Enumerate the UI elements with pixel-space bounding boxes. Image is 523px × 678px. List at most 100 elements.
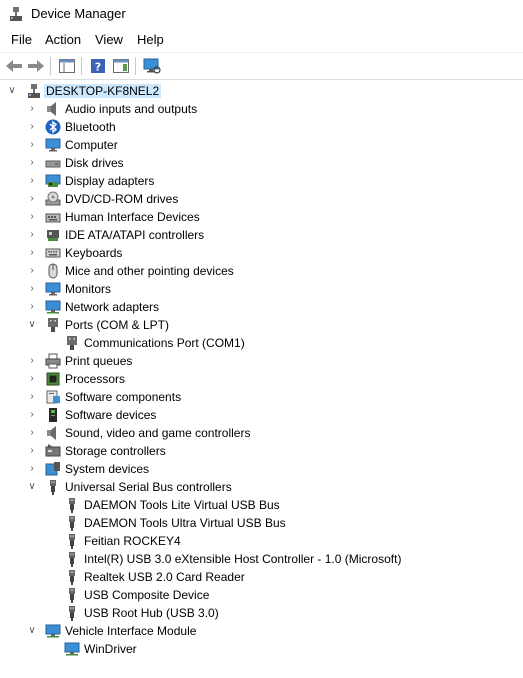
usb-icon (64, 569, 80, 585)
expand-chevron-icon[interactable]: › (26, 211, 38, 223)
tree-item-label: System devices (65, 462, 150, 476)
tree-item-label: Audio inputs and outputs (65, 102, 198, 116)
expand-chevron-icon[interactable]: › (26, 391, 38, 403)
tree-category-system-devices[interactable]: › System devices (0, 460, 523, 478)
expand-chevron-icon[interactable]: › (26, 229, 38, 241)
tree-category-audio-inputs-and-outputs[interactable]: › Audio inputs and outputs (0, 100, 523, 118)
network-icon (64, 641, 80, 657)
tree-device-communications-port-com1[interactable]: Communications Port (COM1) (0, 334, 523, 352)
tree-device-usb-root-hub-usb-3-0[interactable]: USB Root Hub (USB 3.0) (0, 604, 523, 622)
tree-item-label: Keyboards (65, 246, 123, 260)
tree-device-intel-r-usb-3-0-extensible-host-controller-1-0-microsoft[interactable]: Intel(R) USB 3.0 eXtensible Host Control… (0, 550, 523, 568)
tree-device-daemon-tools-lite-virtual-usb-bus[interactable]: DAEMON Tools Lite Virtual USB Bus (0, 496, 523, 514)
collapse-chevron-icon[interactable]: ∨ (26, 319, 38, 331)
tree-device-feitian-rockey4[interactable]: Feitian ROCKEY4 (0, 532, 523, 550)
tree-item-label: Ports (COM & LPT) (65, 318, 170, 332)
expand-chevron-icon[interactable]: › (26, 265, 38, 277)
tree-device-daemon-tools-ultra-virtual-usb-bus[interactable]: DAEMON Tools Ultra Virtual USB Bus (0, 514, 523, 532)
menu-view[interactable]: View (92, 32, 126, 47)
menu-help[interactable]: Help (134, 32, 167, 47)
expand-chevron-icon[interactable]: › (26, 445, 38, 457)
expand-chevron-icon[interactable]: › (26, 355, 38, 367)
tree-category-universal-serial-bus-controllers[interactable]: ∨ Universal Serial Bus controllers (0, 478, 523, 496)
tree-item-label: Software devices (65, 408, 157, 422)
tree-item-label: Computer (65, 138, 118, 152)
tree-item-label: DAEMON Tools Ultra Virtual USB Bus (84, 516, 286, 530)
system-device-icon (45, 461, 61, 477)
tree-item-label: IDE ATA/ATAPI controllers (65, 228, 205, 242)
device-manager-icon (10, 7, 22, 21)
tree-category-ide-ata-atapi-controllers[interactable]: › IDE ATA/ATAPI controllers (0, 226, 523, 244)
display-adapter-icon (45, 173, 61, 189)
back-button[interactable] (4, 56, 24, 76)
forward-button[interactable] (26, 56, 46, 76)
tree-item-label: Realtek USB 2.0 Card Reader (84, 570, 245, 584)
collapse-chevron-icon[interactable]: ∨ (26, 625, 38, 637)
tree-category-network-adapters[interactable]: › Network adapters (0, 298, 523, 316)
tree-item-label: USB Root Hub (USB 3.0) (84, 606, 219, 620)
properties-button[interactable] (111, 56, 131, 76)
expand-chevron-icon[interactable]: › (26, 247, 38, 259)
tree-device-windriver[interactable]: WinDriver (0, 640, 523, 658)
tree-category-ports-com-lpt[interactable]: ∨ Ports (COM & LPT) (0, 316, 523, 334)
tree-category-processors[interactable]: › Processors (0, 370, 523, 388)
expand-chevron-icon[interactable]: › (26, 409, 38, 421)
expand-chevron-icon[interactable]: › (26, 373, 38, 385)
usb-icon (64, 533, 80, 549)
tree-item-label: Disk drives (65, 156, 124, 170)
tree-root-desktop-kf8nel2[interactable]: ∨ DESKTOP-KF8NEL2 (0, 82, 523, 100)
tree-item-label: Processors (65, 372, 126, 386)
menu-action[interactable]: Action (42, 32, 84, 47)
tree-item-label: Print queues (65, 354, 133, 368)
tree-item-label: Software components (65, 390, 182, 404)
speaker-icon (45, 425, 61, 441)
tree-category-print-queues[interactable]: › Print queues (0, 352, 523, 370)
tree-category-vehicle-interface-module[interactable]: ∨ Vehicle Interface Module (0, 622, 523, 640)
expand-chevron-icon[interactable]: › (26, 427, 38, 439)
collapse-chevron-icon[interactable]: ∨ (26, 481, 38, 493)
usb-icon (64, 605, 80, 621)
tree-category-human-interface-devices[interactable]: › Human Interface Devices (0, 208, 523, 226)
scan-hardware-icon (143, 58, 161, 74)
expand-chevron-icon[interactable]: › (26, 157, 38, 169)
expand-chevron-icon[interactable]: › (26, 283, 38, 295)
tree-category-dvd-cd-rom-drives[interactable]: › DVD/CD-ROM drives (0, 190, 523, 208)
tree-category-display-adapters[interactable]: › Display adapters (0, 172, 523, 190)
usb-icon (64, 497, 80, 513)
software-device-icon (45, 407, 61, 423)
port-icon (64, 335, 80, 351)
tree-device-realtek-usb-2-0-card-reader[interactable]: Realtek USB 2.0 Card Reader (0, 568, 523, 586)
expand-chevron-icon[interactable]: › (26, 103, 38, 115)
scan-hardware-button[interactable] (142, 56, 162, 76)
expand-chevron-icon[interactable]: › (26, 121, 38, 133)
expand-chevron-icon[interactable]: › (26, 193, 38, 205)
tree-item-label: Display adapters (65, 174, 155, 188)
collapse-chevron-icon[interactable]: ∨ (6, 85, 18, 97)
expand-chevron-icon[interactable]: › (26, 463, 38, 475)
expand-chevron-icon[interactable]: › (26, 139, 38, 151)
tree-item-label: WinDriver (84, 642, 137, 656)
menu-file[interactable]: File (8, 32, 35, 47)
tree-category-storage-controllers[interactable]: › Storage controllers (0, 442, 523, 460)
network-icon (45, 623, 61, 639)
tree-category-monitors[interactable]: › Monitors (0, 280, 523, 298)
bluetooth-icon (45, 119, 61, 135)
tree-category-keyboards[interactable]: › Keyboards (0, 244, 523, 262)
tree-category-disk-drives[interactable]: › Disk drives (0, 154, 523, 172)
mouse-icon (45, 263, 61, 279)
help-button[interactable]: ? (88, 56, 108, 76)
tree-category-software-devices[interactable]: › Software devices (0, 406, 523, 424)
toolbar-separator (50, 57, 51, 75)
show-hide-console-tree-button[interactable] (57, 56, 77, 76)
expand-chevron-icon[interactable]: › (26, 175, 38, 187)
usb-icon (45, 479, 61, 495)
tree-item-label: Universal Serial Bus controllers (65, 480, 232, 494)
tree-device-usb-composite-device[interactable]: USB Composite Device (0, 586, 523, 604)
tree-category-software-components[interactable]: › Software components (0, 388, 523, 406)
tree-category-computer[interactable]: › Computer (0, 136, 523, 154)
tree-category-mice-and-other-pointing-devices[interactable]: › Mice and other pointing devices (0, 262, 523, 280)
expand-chevron-icon[interactable]: › (26, 301, 38, 313)
tree-category-sound-video-and-game-controllers[interactable]: › Sound, video and game controllers (0, 424, 523, 442)
tree-category-bluetooth[interactable]: › Bluetooth (0, 118, 523, 136)
monitor-icon (45, 281, 61, 297)
